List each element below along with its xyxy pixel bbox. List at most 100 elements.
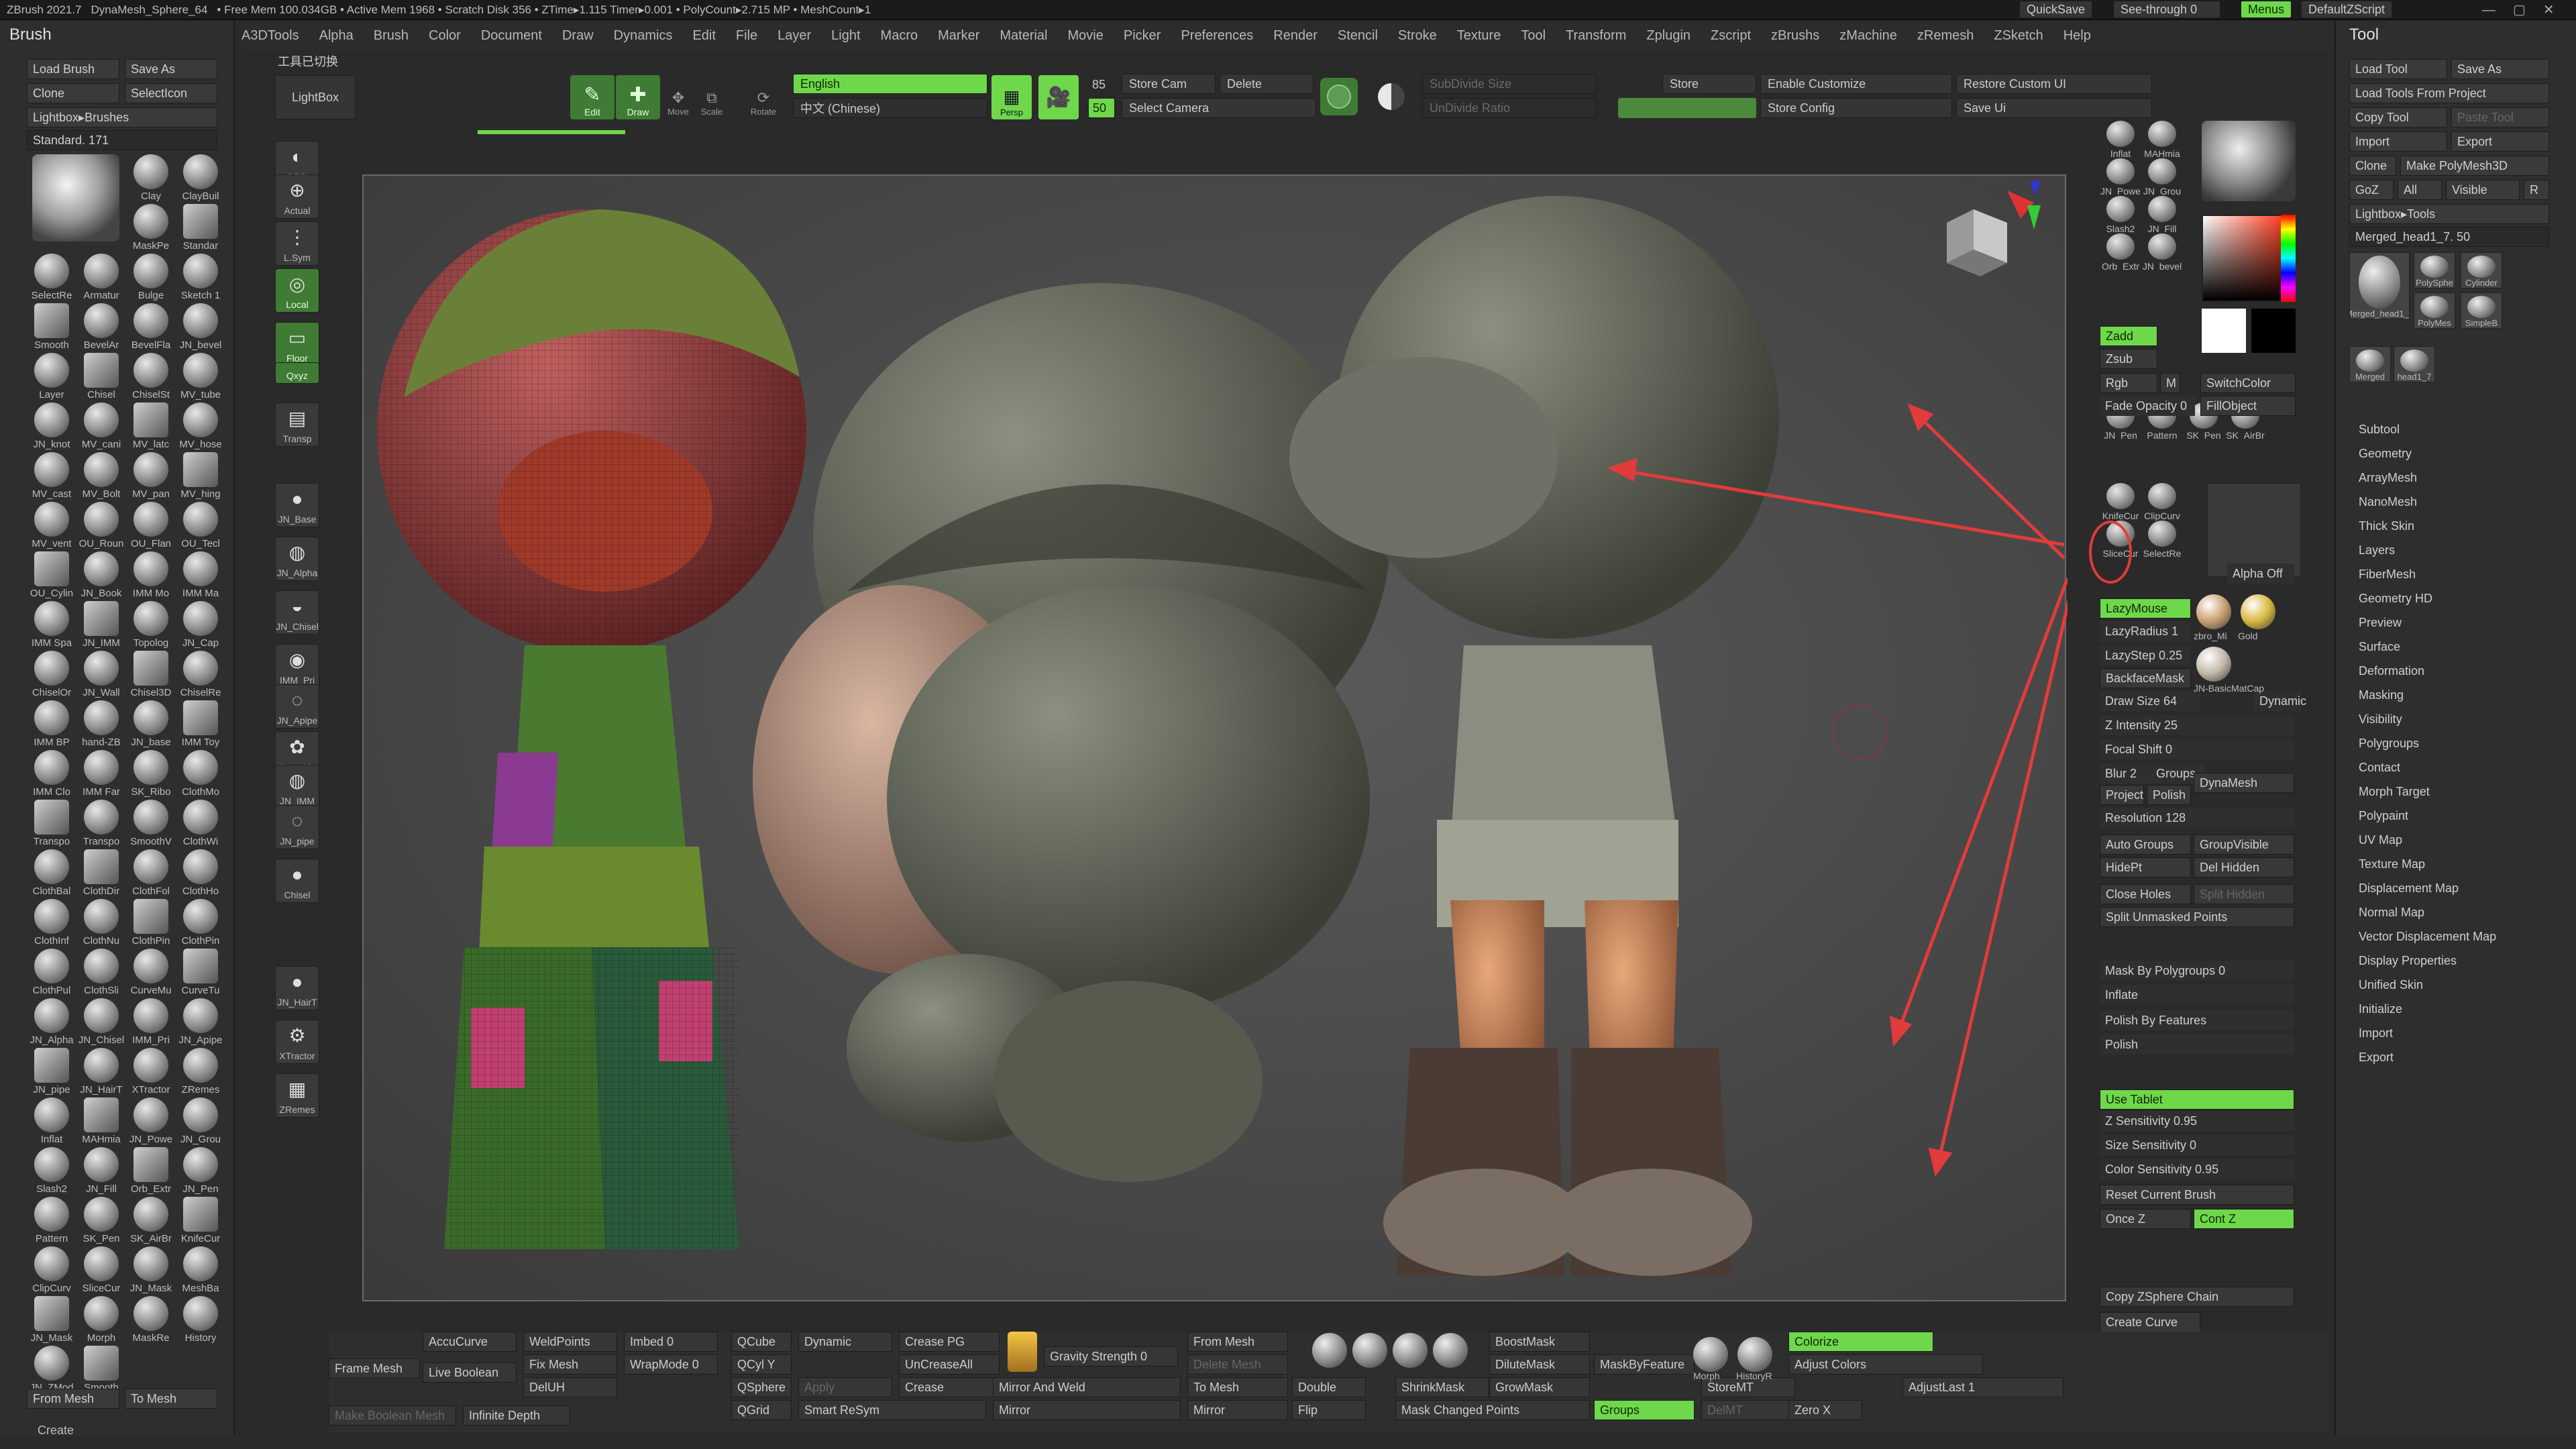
right-brush-item[interactable]: MAHmia [2141,121,2183,158]
shelf-floor[interactable]: ▭ Floor [275,322,319,366]
enable-customize-button[interactable]: Enable Customize [1760,74,1952,94]
current-brush-preview[interactable] [32,154,119,241]
reset-current-brush-button[interactable]: Reset Current Brush [2100,1185,2294,1205]
menu-color[interactable]: Color [429,28,461,44]
mask-brush-icon[interactable] [1312,1333,1347,1368]
brush-item[interactable]: MV_cani [78,402,125,452]
tool-clone-button[interactable]: Clone [2349,156,2396,176]
brush-item[interactable]: ClothDir [78,849,125,899]
double-button[interactable]: Double [1292,1377,1366,1397]
color-sensitivity-slider[interactable]: Color Sensitivity 0.95 [2100,1159,2294,1179]
tool-thumbnail[interactable]: PolyMes [2414,292,2455,329]
brush-item[interactable]: SK_Pen [78,1197,125,1246]
menu-a3dtools[interactable]: A3DTools [241,28,299,44]
tool-thumbnail[interactable]: Merged_head1_7 [2349,252,2410,319]
menu-zplugin[interactable]: Zplugin [1646,28,1690,44]
dynamic-button[interactable]: Dynamic [798,1332,892,1352]
brush-item[interactable]: Smooth [78,1346,125,1395]
mirror-button[interactable]: Mirror [993,1400,1181,1420]
menu-light[interactable]: Light [831,28,860,44]
language-chinese-button[interactable]: 中文 (Chinese) [793,98,987,118]
tool-subpalette-uv-map[interactable]: UV Map [2359,833,2402,847]
brush-item[interactable]: JN_pipe [28,1048,75,1097]
rotate-button[interactable]: ⟳ Rotate [745,79,782,117]
tool-subpalette-thick-skin[interactable]: Thick Skin [2359,519,2414,533]
brush-item[interactable]: CurveTu [177,949,224,998]
menus-toggle[interactable]: Menus [2241,1,2292,18]
tool-thumbnail[interactable]: PolySphe [2414,252,2455,288]
delmt-button[interactable]: DelMT [1701,1400,1795,1420]
brush-item[interactable]: ClothNu [78,899,125,949]
load-brush-button[interactable]: Load Brush [27,59,119,79]
store-button[interactable]: Store [1662,74,1756,94]
zadd-button[interactable]: Zadd [2100,326,2157,346]
load-tool-button[interactable]: Load Tool [2349,59,2447,79]
qcyl-y-button[interactable]: QCyl Y [731,1354,792,1375]
right-brush-item[interactable]: Orb_Extr [2100,233,2141,271]
mask-changed-points-button[interactable]: Mask Changed Points [1395,1400,1590,1420]
menu-brush[interactable]: Brush [374,28,409,44]
brush-item[interactable]: ChiselOr [28,651,75,700]
brush-item[interactable]: History [177,1296,224,1346]
tool-subpalette-geometry-hd[interactable]: Geometry HD [2359,592,2432,606]
hidept-button[interactable]: HidePt [2100,857,2191,877]
del-hidden-button[interactable]: Del Hidden [2194,857,2294,877]
shelf-transp[interactable]: ▤ Transp [275,402,319,447]
polish-toggle[interactable]: Polish [2147,785,2191,805]
brush-item[interactable]: JN_Mask [127,1246,174,1296]
weldpoints-button[interactable]: WeldPoints [523,1332,617,1352]
brush-item[interactable]: XTractor [127,1048,174,1097]
brush-item[interactable]: JN_Mask [28,1296,75,1346]
shelf-local[interactable]: ◎ Local [275,268,319,313]
crease-button[interactable]: Crease [899,1377,1000,1397]
right-brush-item[interactable]: SelectRe [2141,521,2183,558]
menu-movie[interactable]: Movie [1068,28,1104,44]
shelf-l-sym[interactable]: ⋮ L.Sym [275,221,319,266]
tool-subpalette-layers[interactable]: Layers [2359,543,2395,557]
goz-all-button[interactable]: All [2398,180,2442,200]
orientation-gizmo[interactable] [1947,181,2041,276]
brush-item[interactable]: IMM Mo [127,551,174,601]
draw-button[interactable]: ✚ Draw [616,75,660,119]
brush-item[interactable]: Inflat [28,1097,75,1147]
brush-item[interactable]: ClothHo [177,849,224,899]
focal-shift-slider[interactable]: Focal Shift 0 [2100,739,2294,759]
tool-subpalette-deformation[interactable]: Deformation [2359,664,2424,678]
qgrid-button[interactable]: QGrid [731,1400,792,1420]
brush-item[interactable]: IMM BP [28,700,75,750]
shelf-jn-imm[interactable]: ◍ JN_IMM [275,765,319,809]
tool-subpalette-morph-target[interactable]: Morph Target [2359,785,2430,799]
accucurve-button[interactable]: AccuCurve [423,1332,517,1352]
imbed-slider[interactable]: Imbed 0 [624,1332,718,1352]
brush-item[interactable]: ClothFol [127,849,174,899]
create-curve-button[interactable]: Create Curve [2100,1312,2200,1332]
brush-item[interactable]: OU_Cylin [28,551,75,601]
brush-item[interactable]: ZRemes [177,1048,224,1097]
brush-item[interactable]: JN_bevel [177,303,224,353]
fade-opacity-slider[interactable]: Fade Opacity 0 [2100,396,2195,416]
brush-item[interactable]: IMM_Pri [127,998,174,1048]
from-mesh-button[interactable]: From Mesh [1187,1332,1288,1352]
save-ui-button[interactable]: Save Ui [1956,98,2152,118]
mirror-and-weld-button[interactable]: Mirror And Weld [993,1377,1181,1397]
brush-item[interactable]: Smooth [28,303,75,353]
inflate-slider[interactable]: Inflate [2100,985,2294,1005]
menu-preferences[interactable]: Preferences [1181,28,1253,44]
brush-item[interactable]: MAHmia [78,1097,125,1147]
subdivide-size-slider[interactable]: SubDivide Size [1422,74,1597,94]
shelf-jn-pipe[interactable]: ◌ JN_pipe [275,805,319,849]
brush-item[interactable]: MV_latc [127,402,174,452]
alpha-off-label[interactable]: Alpha Off [2227,564,2294,584]
qsphere-button[interactable]: QSphere [731,1377,792,1397]
lazymouse-button[interactable]: LazyMouse [2100,598,2191,619]
mask-brush-icon[interactable] [1352,1333,1387,1368]
brush-item[interactable]: ClothPin [127,899,174,949]
menu-macro[interactable]: Macro [881,28,918,44]
frame-mesh-button[interactable]: Frame Mesh [329,1358,420,1379]
persp-button[interactable]: ▦ Persp [991,75,1032,119]
sphere-toggle-1[interactable] [1320,78,1358,115]
brush-item[interactable]: Pattern [28,1197,75,1246]
cont-z-button[interactable]: Cont Z [2194,1209,2294,1229]
brush-item[interactable]: MaskRe [127,1296,174,1346]
brush-item[interactable]: JN_IMM [78,601,125,651]
